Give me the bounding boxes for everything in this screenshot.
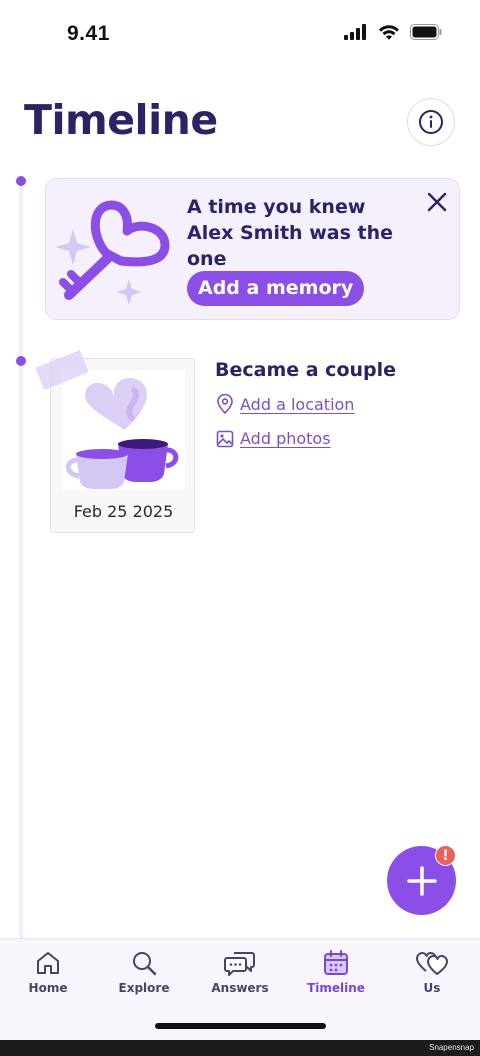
tab-us[interactable]: Us <box>392 949 472 995</box>
page-title: Timeline <box>24 96 218 144</box>
heart-key-illustration <box>55 200 170 305</box>
close-icon[interactable] <box>426 191 448 213</box>
info-icon <box>419 110 443 134</box>
tab-answers-label: Answers <box>211 981 269 995</box>
location-pin-icon <box>217 394 233 414</box>
coffee-cups-illustration <box>62 370 185 490</box>
add-location-label: Add a location <box>240 394 355 414</box>
tab-home[interactable]: Home <box>8 949 88 995</box>
tab-answers[interactable]: Answers <box>200 949 280 995</box>
hearts-icon <box>416 952 448 975</box>
home-indicator <box>155 1023 326 1029</box>
status-bar: 9.41 <box>0 0 480 70</box>
event-date: Feb 25 2025 <box>73 502 174 521</box>
cellular-signal-icon <box>344 24 366 40</box>
image-icon <box>216 430 234 447</box>
watermark: Snapensnap <box>429 1043 474 1052</box>
memory-prompt-card: A time you knew Alex Smith was the one A… <box>45 178 460 320</box>
notification-badge: ! <box>435 845 456 866</box>
plus-icon <box>406 865 437 896</box>
info-button[interactable] <box>407 98 455 146</box>
status-time: 9.41 <box>67 22 110 45</box>
home-icon <box>37 952 59 974</box>
add-photos-label: Add photos <box>240 429 331 448</box>
add-photos-link[interactable]: Add photos <box>216 429 331 448</box>
battery-icon <box>410 24 442 40</box>
tab-timeline[interactable]: Timeline <box>296 949 376 995</box>
tab-timeline-label: Timeline <box>307 981 365 995</box>
chat-bubbles-icon <box>224 952 255 976</box>
timeline-dot <box>16 176 26 186</box>
add-location-link[interactable]: Add a location <box>216 394 354 414</box>
search-icon <box>133 952 157 976</box>
timeline-line <box>19 180 23 940</box>
bottom-strip <box>0 1040 480 1056</box>
wifi-icon <box>379 25 399 40</box>
event-photo-card[interactable]: Feb 25 2025 <box>50 358 195 533</box>
tab-us-label: Us <box>423 981 441 995</box>
tab-explore[interactable]: Explore <box>104 949 184 995</box>
tab-home-label: Home <box>28 981 68 995</box>
timeline-dot <box>16 356 26 366</box>
status-icons <box>344 24 442 40</box>
tab-explore-label: Explore <box>118 981 170 995</box>
add-memory-button[interactable]: Add a memory <box>187 271 365 306</box>
calendar-icon <box>324 950 348 975</box>
memory-prompt-text: A time you knew Alex Smith was the one <box>187 196 393 270</box>
event-title: Became a couple <box>215 359 397 381</box>
